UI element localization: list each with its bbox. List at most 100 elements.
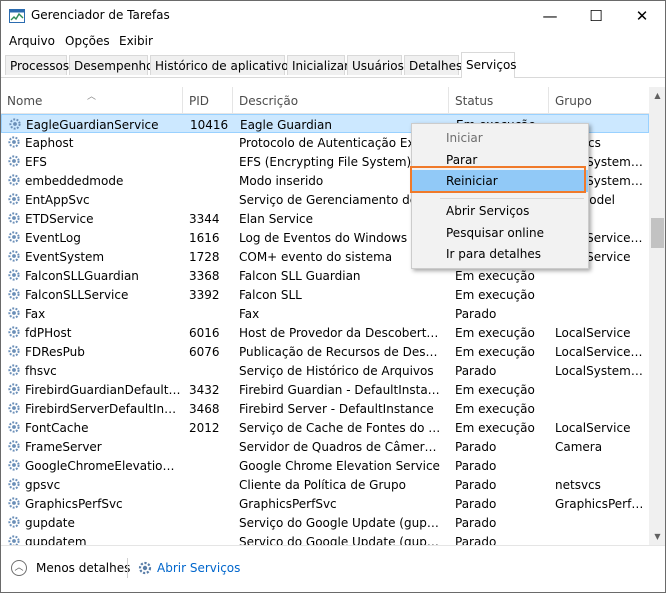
- column-name-header[interactable]: ︿ Nome: [1, 87, 183, 113]
- service-status: Parado: [455, 516, 497, 530]
- service-name: EventSystem: [25, 250, 105, 264]
- menu-item-stop[interactable]: Parar: [412, 149, 588, 171]
- service-status: Em execução: [455, 402, 535, 416]
- service-group: [555, 306, 647, 322]
- service-status: Parado: [455, 478, 497, 492]
- service-group: [555, 382, 647, 398]
- chevron-up-icon[interactable]: ︿: [11, 560, 27, 576]
- service-pid: [189, 135, 231, 151]
- service-gear-icon: [7, 135, 21, 149]
- open-services-link[interactable]: Abrir Serviços: [157, 561, 240, 575]
- service-pid: 6076: [189, 345, 220, 359]
- service-status: Em execução: [455, 345, 535, 359]
- service-status: Em execução: [455, 269, 535, 283]
- service-gear-icon: [7, 325, 21, 339]
- service-description: Falcon SLL Guardian: [239, 269, 361, 283]
- tab-details[interactable]: Detalhes: [404, 55, 462, 75]
- menu-item-go-to-details[interactable]: Ir para detalhes: [412, 243, 588, 265]
- service-name: GraphicsPerfSvc: [25, 497, 123, 511]
- table-row[interactable]: FDResPub 6076 Publicação de Recursos de De…: [1, 342, 649, 361]
- service-pid: 3468: [189, 402, 220, 416]
- column-pid-header[interactable]: PID: [183, 87, 233, 113]
- table-row[interactable]: gupdatem Serviço do Google Update (gupdat…: [1, 532, 649, 545]
- service-description: Firebird Server - DefaultInstance: [239, 402, 434, 416]
- service-pid: [189, 363, 231, 379]
- column-header-row: ︿ Nome PID Descrição Status Grupo: [1, 87, 649, 114]
- scroll-down-icon[interactable]: ▼: [649, 528, 665, 545]
- service-name: GoogleChromeElevationService: [25, 459, 181, 473]
- service-status: Em execução: [455, 288, 535, 302]
- table-row[interactable]: gpsvc Cliente da Política de Grupo Parado n…: [1, 475, 649, 494]
- services-gear-icon[interactable]: [137, 560, 153, 576]
- table-row[interactable]: fhsvc Serviço de Histórico de Arquivos Par…: [1, 361, 649, 380]
- menu-separator: [440, 198, 584, 199]
- menu-options[interactable]: Opções: [65, 34, 110, 48]
- table-row[interactable]: gupdate Serviço do Google Update (gupdate…: [1, 513, 649, 532]
- fewer-details-link[interactable]: Menos detalhes: [36, 561, 130, 575]
- service-pid: 1728: [189, 250, 220, 264]
- service-gear-icon: [7, 344, 21, 358]
- service-name: ETDService: [25, 212, 94, 226]
- table-row[interactable]: FrameServer Servidor de Quadros de Câmera…: [1, 437, 649, 456]
- menu-item-restart[interactable]: Reiniciar: [412, 170, 588, 192]
- tab-performance[interactable]: Desempenho: [69, 55, 154, 75]
- service-gear-icon: [7, 534, 21, 545]
- service-gear-icon: [8, 117, 22, 131]
- service-group: LocalService: [555, 421, 631, 435]
- service-pid: 3392: [189, 288, 220, 302]
- table-row[interactable]: GoogleChromeElevationService Google Chrom…: [1, 456, 649, 475]
- tab-users[interactable]: Usuários: [347, 55, 404, 75]
- tab-startup[interactable]: Inicializar: [287, 55, 349, 75]
- table-row[interactable]: GraphicsPerfSvc GraphicsPerfSvc Parado Grap…: [1, 494, 649, 513]
- service-group: [555, 534, 647, 545]
- column-group-header[interactable]: Grupo: [549, 87, 649, 113]
- tab-app-history[interactable]: Histórico de aplicativos: [150, 55, 295, 75]
- service-gear-icon: [7, 477, 21, 491]
- service-gear-icon: [7, 268, 21, 282]
- service-group: LocalSystemN...: [555, 364, 647, 378]
- table-row[interactable]: FirebirdServerDefaultInstance 3468 Firebir…: [1, 399, 649, 418]
- tab-processes[interactable]: Processos: [5, 55, 69, 75]
- close-button[interactable]: ✕: [619, 1, 665, 32]
- service-status: Em execução: [455, 421, 535, 435]
- tab-services[interactable]: Serviços: [461, 52, 517, 78]
- service-status: Parado: [455, 459, 497, 473]
- table-row[interactable]: FalconSLLService 3392 Falcon SLL Em execuçã…: [1, 285, 649, 304]
- scroll-up-icon[interactable]: ▲: [649, 87, 665, 104]
- service-pid: 1616: [189, 231, 220, 245]
- service-group: [555, 287, 647, 303]
- service-description: Publicação de Recursos de Descoberta de …: [239, 345, 441, 359]
- service-group: [555, 458, 647, 474]
- service-pid: 10416: [190, 118, 229, 132]
- service-status: Parado: [455, 440, 497, 454]
- maximize-button[interactable]: ☐: [573, 1, 619, 32]
- table-row[interactable]: FontCache 2012 Serviço de Cache de Fontes …: [1, 418, 649, 437]
- column-description-header[interactable]: Descrição: [233, 87, 449, 113]
- menu-view[interactable]: Exibir: [119, 34, 153, 48]
- column-status-header[interactable]: Status: [449, 87, 549, 113]
- service-pid: [189, 192, 231, 208]
- vertical-scrollbar[interactable]: ▲ ▼: [649, 87, 665, 545]
- menu-file[interactable]: Arquivo: [9, 34, 55, 48]
- service-description: Serviço de Histórico de Arquivos: [239, 364, 434, 378]
- service-gear-icon: [7, 439, 21, 453]
- table-row[interactable]: fdPHost 6016 Host de Provedor da Descobert…: [1, 323, 649, 342]
- service-pid: [189, 173, 231, 189]
- service-description: Serviço de Cache de Fontes do Windows: [239, 421, 441, 435]
- service-group: [555, 268, 647, 284]
- window-title: Gerenciador de Tarefas: [31, 8, 170, 22]
- service-pid: 3344: [189, 212, 220, 226]
- menu-item-open-services[interactable]: Abrir Serviços: [412, 200, 588, 222]
- menu-item-start[interactable]: Iniciar: [412, 127, 588, 149]
- service-pid: 3432: [189, 383, 220, 397]
- table-row[interactable]: Fax Fax Parado: [1, 304, 649, 323]
- menu-item-search-online[interactable]: Pesquisar online: [412, 222, 588, 244]
- minimize-button[interactable]: —: [527, 1, 573, 32]
- service-name: gupdatem: [25, 535, 87, 545]
- service-gear-icon: [7, 154, 21, 168]
- scroll-thumb[interactable]: [651, 218, 664, 248]
- service-group: LocalService: [555, 326, 631, 340]
- column-name-label: Nome: [7, 94, 43, 108]
- table-row[interactable]: FirebirdGuardianDefaultInstance 3432 Fireb…: [1, 380, 649, 399]
- service-name: FirebirdServerDefaultInstance: [25, 402, 181, 416]
